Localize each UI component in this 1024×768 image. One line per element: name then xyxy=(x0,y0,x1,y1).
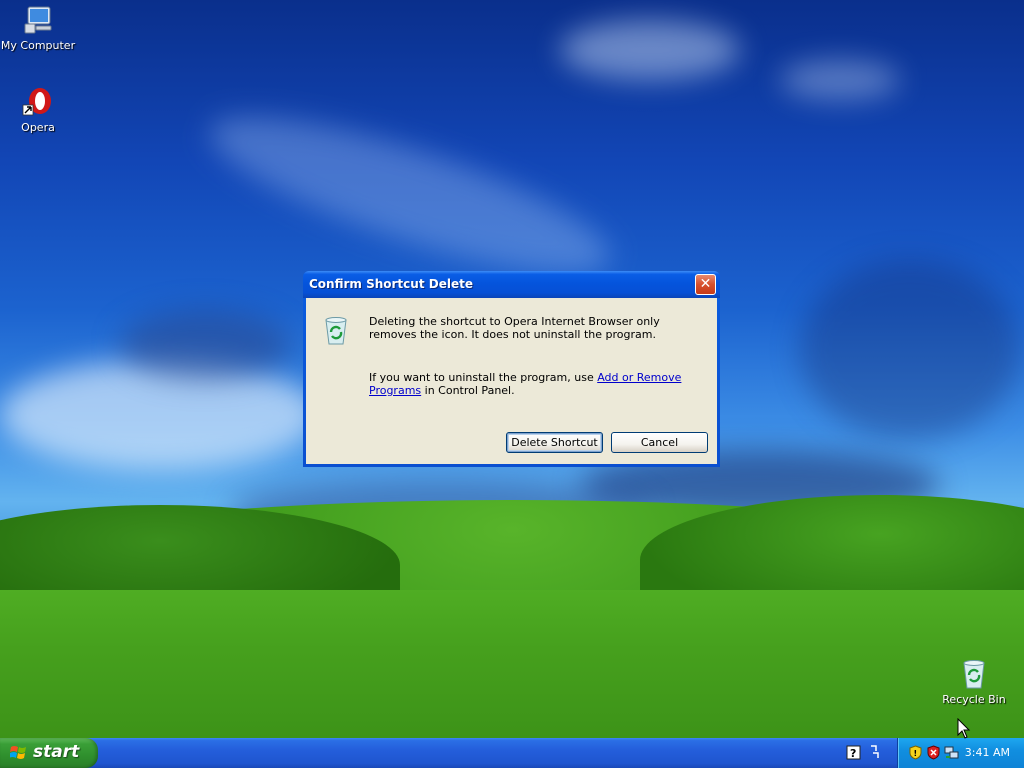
desktop-icon-recycle-bin[interactable]: Recycle Bin xyxy=(936,658,1012,706)
start-label: start xyxy=(33,742,80,762)
hint-prefix: If you want to uninstall the program, us… xyxy=(369,371,598,384)
svg-text:!: ! xyxy=(914,749,918,758)
delete-shortcut-button[interactable]: Delete Shortcut xyxy=(506,432,603,453)
recycle-bin-icon xyxy=(320,314,352,346)
desktop-icon-label: Recycle Bin xyxy=(942,693,1006,706)
desktop-icon-label: My Computer xyxy=(0,39,76,52)
wallpaper-cloud xyxy=(0,360,320,470)
confirm-shortcut-delete-dialog: Confirm Shortcut Delete ✕ Deleting the s… xyxy=(303,271,720,467)
desktop-icon-opera[interactable]: Opera xyxy=(0,86,76,134)
system-tray: ! 3:41 AM xyxy=(897,738,1024,768)
hint-suffix: in Control Panel. xyxy=(421,384,515,397)
my-computer-icon xyxy=(22,4,54,36)
taskbar-quick-icons: ? xyxy=(845,743,885,763)
help-icon[interactable]: ? xyxy=(845,743,885,763)
wallpaper-cloud xyxy=(780,60,900,100)
cancel-button[interactable]: Cancel xyxy=(611,432,708,453)
dialog-title-bar[interactable]: Confirm Shortcut Delete ✕ xyxy=(303,271,720,298)
alert-shield-icon[interactable] xyxy=(926,745,941,760)
wallpaper-grass xyxy=(0,590,1024,738)
dialog-body: Deleting the shortcut to Opera Internet … xyxy=(306,298,717,464)
clock[interactable]: 3:41 AM xyxy=(965,746,1010,759)
dialog-title: Confirm Shortcut Delete xyxy=(309,277,473,291)
network-connection-icon[interactable] xyxy=(944,745,959,760)
start-button[interactable]: start xyxy=(0,738,98,768)
wallpaper-cloud xyxy=(800,260,1020,440)
windows-flag-icon xyxy=(9,745,27,761)
dialog-uninstall-hint: If you want to uninstall the program, us… xyxy=(369,371,709,397)
svg-text:?: ? xyxy=(850,747,856,760)
close-button[interactable]: ✕ xyxy=(695,274,716,295)
dialog-message: Deleting the shortcut to Opera Internet … xyxy=(369,315,660,341)
mouse-cursor-icon xyxy=(957,718,971,739)
close-icon: ✕ xyxy=(699,276,712,292)
security-shield-icon[interactable]: ! xyxy=(908,745,923,760)
wallpaper-cloud xyxy=(560,20,740,80)
desktop-icon-my-computer[interactable]: My Computer xyxy=(0,4,76,52)
wallpaper-cloud xyxy=(120,310,290,380)
desktop-icon-label: Opera xyxy=(21,121,55,134)
taskbar: start ? ! 3:41 AM xyxy=(0,738,1024,768)
recycle-bin-icon xyxy=(958,658,990,690)
opera-icon xyxy=(22,86,54,118)
